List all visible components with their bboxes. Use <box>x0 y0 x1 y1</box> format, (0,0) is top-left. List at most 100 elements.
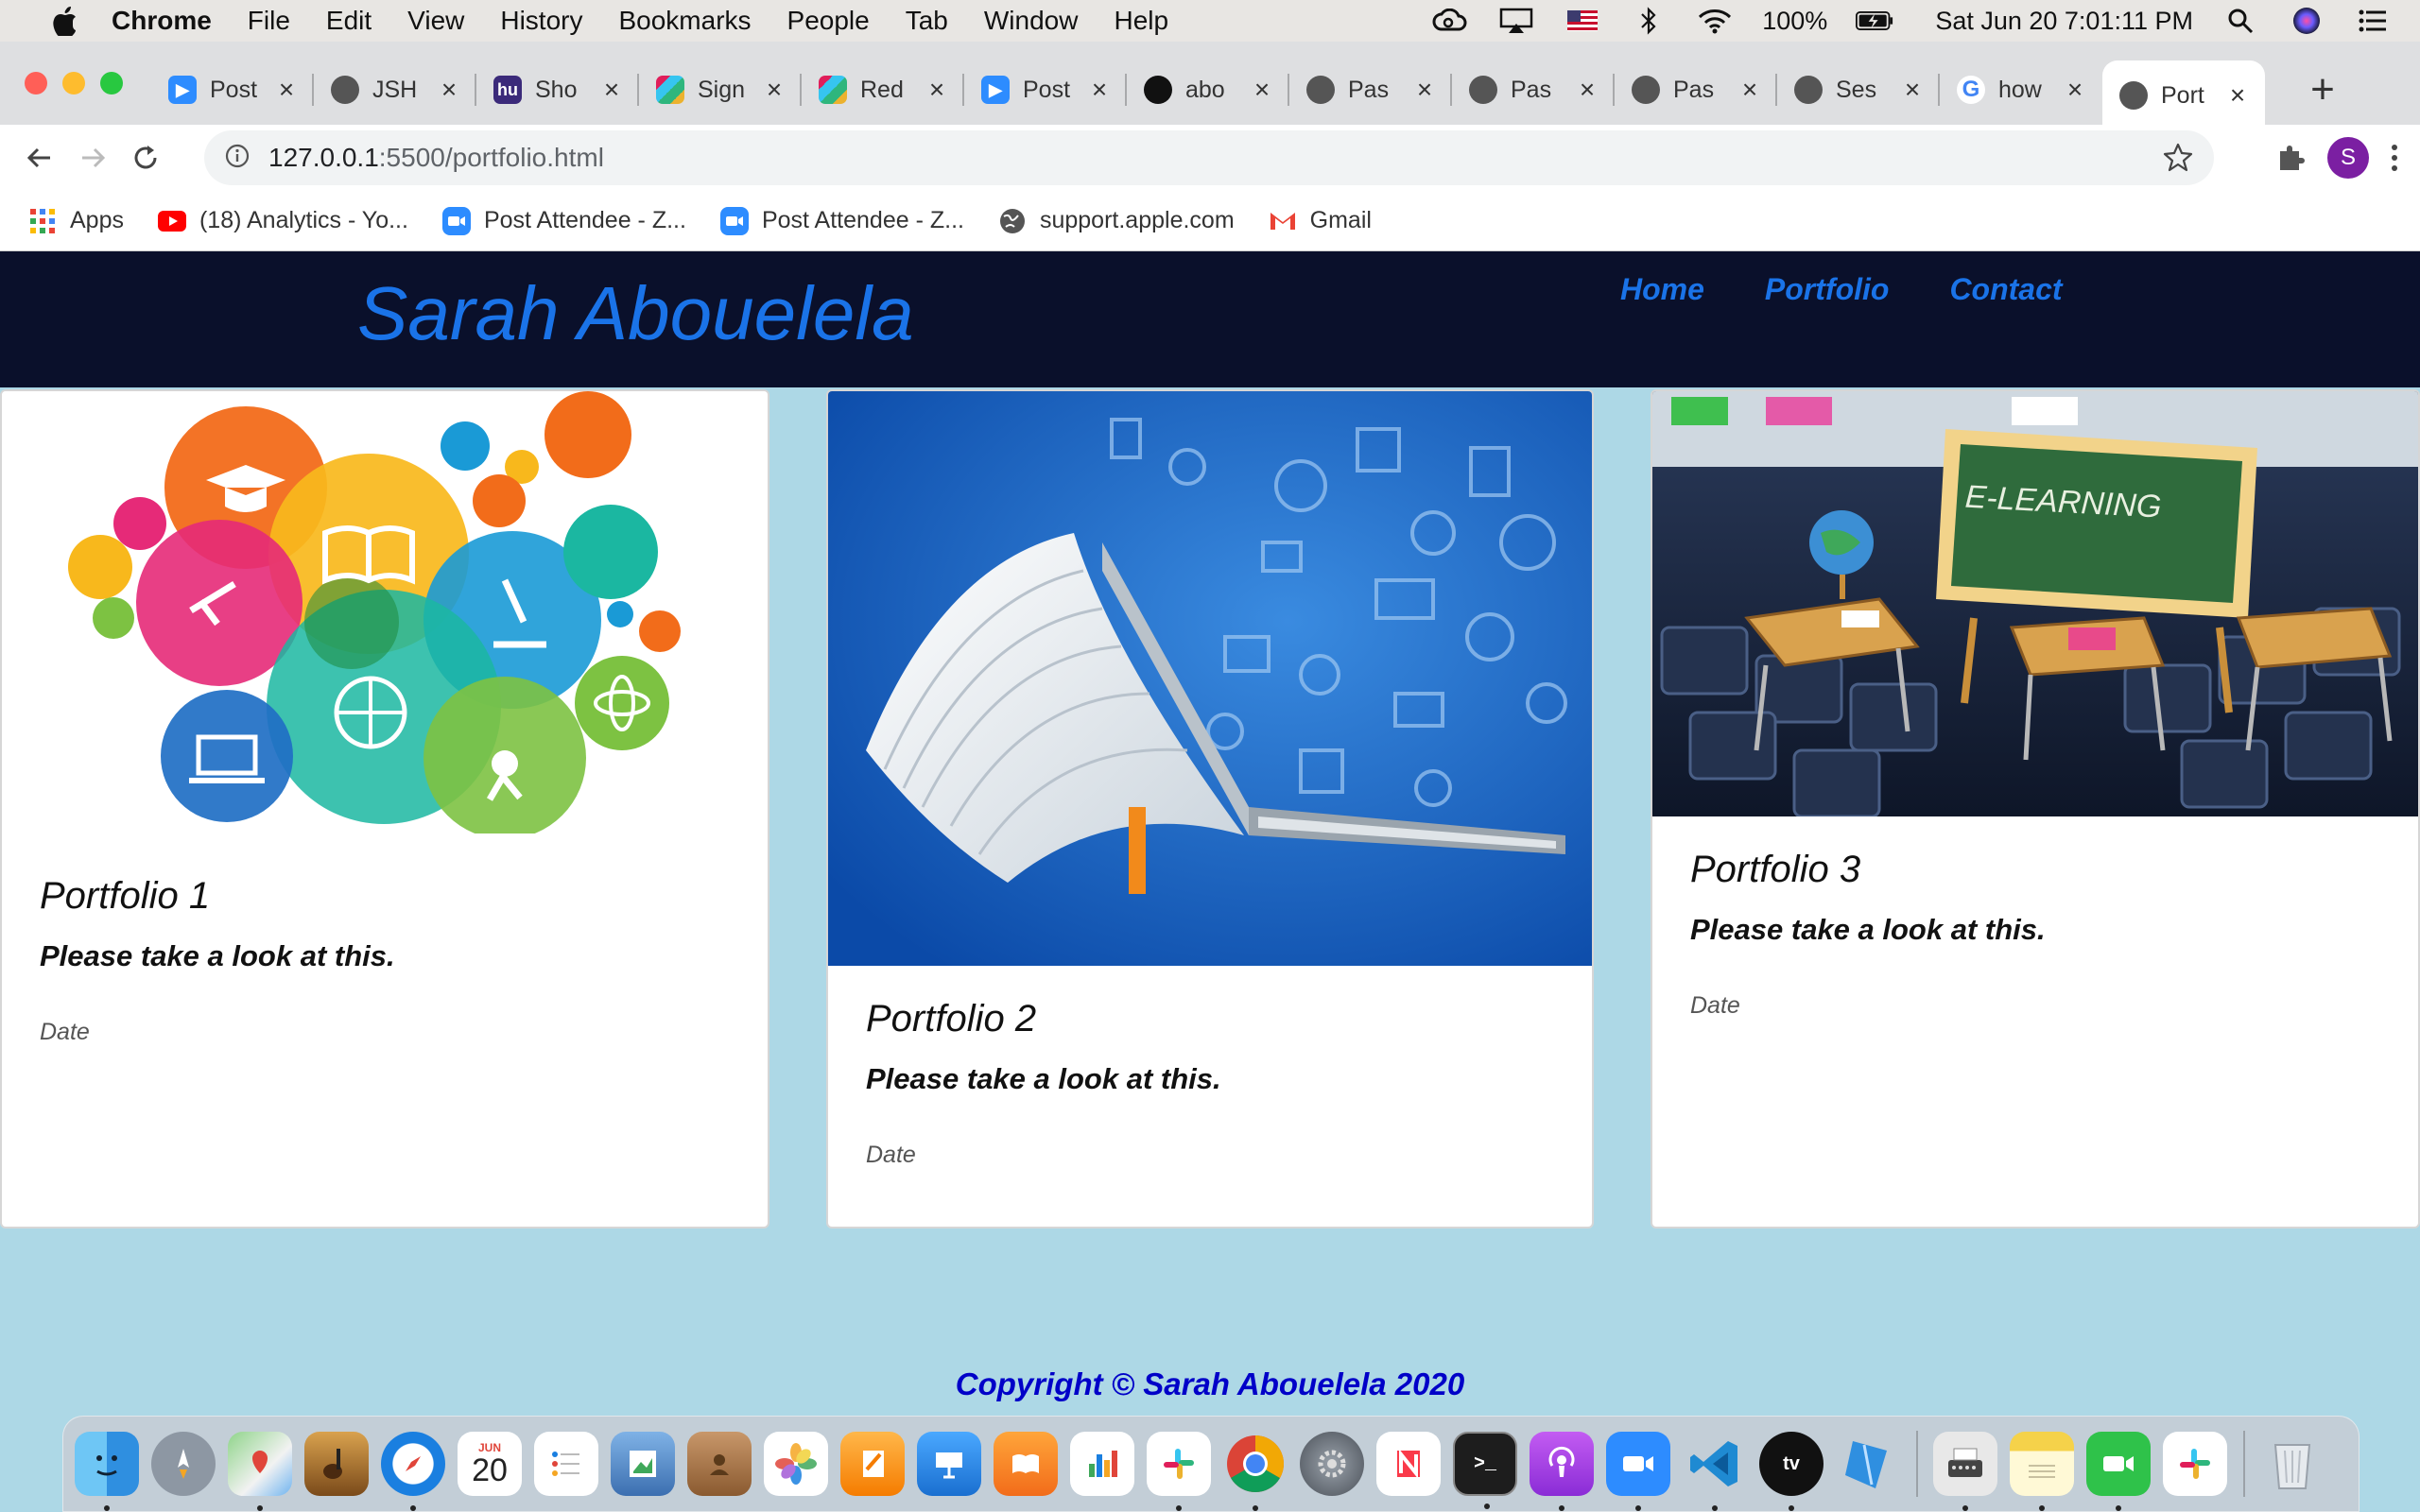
xcode-instruments-icon[interactable] <box>1836 1432 1900 1496</box>
window-zoom-button[interactable] <box>100 72 123 94</box>
keynote-icon[interactable] <box>917 1432 981 1496</box>
tab-pas-1[interactable]: Pas × <box>1289 60 1452 119</box>
terminal-icon[interactable]: >_ <box>1453 1432 1517 1509</box>
tab-close-icon[interactable]: × <box>1575 75 1599 105</box>
trash-icon[interactable] <box>2260 1432 2325 1496</box>
spotlight-search-icon[interactable] <box>2221 8 2259 34</box>
address-bar[interactable]: 127.0.0.1:5500/portfolio.html <box>204 130 2214 185</box>
maps-icon[interactable] <box>228 1432 292 1511</box>
books-icon[interactable] <box>994 1432 1058 1496</box>
menu-view[interactable]: View <box>407 6 464 36</box>
notification-center-icon[interactable] <box>2354 8 2392 34</box>
wifi-icon[interactable] <box>1696 8 1734 34</box>
slack-secondary-icon[interactable] <box>2163 1432 2227 1496</box>
bookmark-post-attendee-1[interactable]: Post Attendee - Z... <box>441 206 686 235</box>
menu-file[interactable]: File <box>248 6 290 36</box>
tab-close-icon[interactable]: × <box>1250 75 1274 105</box>
window-minimize-button[interactable] <box>62 72 85 94</box>
launchpad-icon[interactable] <box>151 1432 216 1496</box>
menu-tab[interactable]: Tab <box>906 6 948 36</box>
news-icon[interactable] <box>1376 1432 1441 1496</box>
macos-dock: JUN 20 >_ tv <box>62 1416 2360 1512</box>
bookmark-post-attendee-2[interactable]: Post Attendee - Z... <box>719 206 964 235</box>
back-button[interactable] <box>13 131 66 184</box>
facetime-icon[interactable] <box>2086 1432 2151 1511</box>
chrome-icon[interactable] <box>1223 1432 1288 1511</box>
tab-port-active[interactable]: Port × <box>2102 60 2265 130</box>
tab-ses[interactable]: Ses × <box>1777 60 1940 119</box>
tab-close-icon[interactable]: × <box>1412 75 1437 105</box>
tab-post-1[interactable]: ▶ Post × <box>151 60 314 119</box>
tab-close-icon[interactable]: × <box>1737 75 1762 105</box>
tab-abo[interactable]: abo × <box>1127 60 1289 119</box>
tab-red[interactable]: Red × <box>802 60 964 119</box>
preview-icon[interactable] <box>611 1432 675 1496</box>
tab-close-icon[interactable]: × <box>925 75 949 105</box>
menu-clock[interactable]: Sat Jun 20 7:01:11 PM <box>1935 7 2193 36</box>
tab-close-icon[interactable]: × <box>1900 75 1925 105</box>
tab-close-icon[interactable]: × <box>1087 75 1112 105</box>
contacts-icon[interactable] <box>687 1432 752 1496</box>
forward-button[interactable] <box>66 131 119 184</box>
typewriter-app-icon[interactable] <box>1933 1432 1997 1511</box>
menu-help[interactable]: Help <box>1114 6 1168 36</box>
menu-edit[interactable]: Edit <box>326 6 372 36</box>
bookmark-support-apple[interactable]: support.apple.com <box>998 207 1235 235</box>
site-info-icon[interactable] <box>225 144 250 173</box>
extensions-puzzle-icon[interactable] <box>2274 142 2307 174</box>
reload-button[interactable] <box>119 131 172 184</box>
menu-window[interactable]: Window <box>984 6 1079 36</box>
bookmark-analytics[interactable]: (18) Analytics - Yo... <box>157 207 408 235</box>
window-close-button[interactable] <box>25 72 47 94</box>
pages-icon[interactable] <box>840 1432 905 1496</box>
profile-avatar[interactable]: S <box>2327 137 2369 179</box>
photos-icon[interactable] <box>764 1432 828 1496</box>
new-tab-button[interactable]: + <box>2299 66 2346 113</box>
apple-menu-icon[interactable] <box>38 5 91 37</box>
tab-close-icon[interactable]: × <box>2063 75 2087 105</box>
reminders-icon[interactable] <box>534 1432 598 1496</box>
siri-icon[interactable] <box>2288 8 2325 34</box>
battery-charging-icon[interactable] <box>1856 8 1893 34</box>
bookmark-apps[interactable]: Apps <box>28 207 124 235</box>
creative-cloud-icon[interactable] <box>1431 8 1469 34</box>
safari-icon[interactable] <box>381 1432 445 1511</box>
chrome-menu-icon[interactable] <box>2390 143 2399 173</box>
nav-link-contact[interactable]: Contact <box>1949 272 2062 307</box>
system-preferences-icon[interactable] <box>1300 1432 1364 1496</box>
tab-close-icon[interactable]: × <box>437 75 461 105</box>
tab-close-icon[interactable]: × <box>762 75 786 105</box>
garageband-icon[interactable] <box>304 1432 369 1496</box>
menu-app-chrome[interactable]: Chrome <box>112 6 212 36</box>
bluetooth-icon[interactable] <box>1630 7 1668 35</box>
notes-icon[interactable] <box>2010 1432 2074 1511</box>
nav-link-portfolio[interactable]: Portfolio <box>1765 272 1890 307</box>
tab-how[interactable]: G how × <box>1940 60 2102 119</box>
finder-icon[interactable] <box>75 1432 139 1511</box>
airplay-icon[interactable] <box>1497 8 1535 34</box>
zoom-icon[interactable] <box>1606 1432 1670 1511</box>
tab-close-icon[interactable]: × <box>274 75 299 105</box>
tab-close-icon[interactable]: × <box>599 75 624 105</box>
apple-tv-icon[interactable]: tv <box>1759 1432 1824 1511</box>
tab-sho[interactable]: hu Sho × <box>476 60 639 119</box>
numbers-icon[interactable] <box>1070 1432 1134 1496</box>
tab-close-icon[interactable]: × <box>2225 80 2250 111</box>
tab-post-2[interactable]: ▶ Post × <box>964 60 1127 119</box>
vscode-icon[interactable] <box>1683 1432 1747 1511</box>
menu-history[interactable]: History <box>500 6 582 36</box>
tab-pas-3[interactable]: Pas × <box>1615 60 1777 119</box>
menu-bookmarks[interactable]: Bookmarks <box>618 6 751 36</box>
tab-sign[interactable]: Sign × <box>639 60 802 119</box>
tab-jsh[interactable]: JSH × <box>314 60 476 119</box>
us-flag-icon[interactable] <box>1564 8 1601 34</box>
bookmark-gmail[interactable]: Gmail <box>1268 207 1372 235</box>
podcasts-icon[interactable] <box>1530 1432 1594 1511</box>
url-text[interactable]: 127.0.0.1:5500/portfolio.html <box>268 143 604 173</box>
menu-people[interactable]: People <box>787 6 870 36</box>
nav-link-home[interactable]: Home <box>1620 272 1704 307</box>
tab-pas-2[interactable]: Pas × <box>1452 60 1615 119</box>
calendar-icon[interactable]: JUN 20 <box>458 1432 522 1496</box>
slack-icon[interactable] <box>1147 1432 1211 1511</box>
bookmark-star-icon[interactable] <box>2163 142 2193 177</box>
